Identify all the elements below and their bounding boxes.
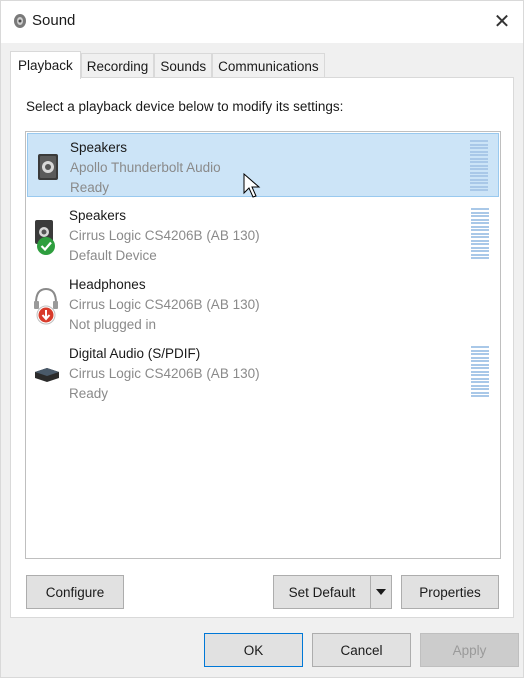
cancel-button[interactable]: Cancel: [312, 633, 411, 667]
device-status: Ready: [69, 386, 109, 401]
configure-button[interactable]: Configure: [26, 575, 124, 609]
chevron-down-icon: [376, 589, 386, 595]
set-default-button[interactable]: Set Default: [273, 575, 371, 609]
device-driver: Cirrus Logic CS4206B (AB 130): [69, 297, 260, 312]
device-name: Speakers: [70, 140, 128, 155]
volume-meter: [471, 346, 489, 400]
window-title: Sound: [32, 12, 76, 29]
device-status: Ready: [70, 180, 110, 195]
instruction-text: Select a playback device below to modify…: [26, 99, 344, 114]
set-default-dropdown[interactable]: [370, 575, 392, 609]
device-status: Default Device: [69, 248, 157, 263]
device-name: Digital Audio (S/PDIF): [69, 346, 201, 361]
close-button[interactable]: ✕: [487, 7, 517, 35]
ok-button[interactable]: OK: [204, 633, 303, 667]
close-icon: ✕: [493, 10, 511, 33]
device-item-headphones[interactable]: Headphones Cirrus Logic CS4206B (AB 130)…: [27, 271, 499, 335]
apply-button[interactable]: Apply: [420, 633, 519, 667]
device-name: Headphones: [69, 277, 146, 292]
device-status: Not plugged in: [69, 317, 157, 332]
speaker-icon: [14, 14, 26, 28]
playback-panel: Select a playback device below to modify…: [10, 77, 514, 618]
speaker-default-icon: [35, 220, 55, 255]
device-driver: Cirrus Logic CS4206B (AB 130): [69, 366, 260, 381]
tab-strip: Playback Recording Sounds Communications: [10, 51, 325, 79]
speaker-icon: [38, 154, 58, 180]
device-item-digital-audio[interactable]: Digital Audio (S/PDIF) Cirrus Logic CS42…: [27, 340, 499, 404]
digital-audio-icon: [35, 368, 59, 382]
volume-meter: [471, 208, 489, 262]
device-driver: Apollo Thunderbolt Audio: [70, 160, 221, 175]
tab-playback[interactable]: Playback: [10, 51, 81, 79]
properties-button[interactable]: Properties: [401, 575, 499, 609]
sound-dialog: Sound ✕ Playback Recording Sounds Commun…: [0, 0, 524, 678]
device-item-speakers-cirrus[interactable]: Speakers Cirrus Logic CS4206B (AB 130) D…: [27, 202, 499, 266]
tab-sounds[interactable]: Sounds: [154, 53, 213, 78]
device-list[interactable]: Speakers Apollo Thunderbolt Audio Ready: [25, 131, 501, 559]
device-item-speakers-apollo[interactable]: Speakers Apollo Thunderbolt Audio Ready: [27, 133, 499, 198]
tab-communications[interactable]: Communications: [212, 53, 325, 78]
mouse-cursor-icon: [243, 173, 261, 198]
tab-recording[interactable]: Recording: [80, 53, 155, 78]
headphones-unplugged-icon: [34, 287, 58, 325]
device-name: Speakers: [69, 208, 127, 223]
volume-meter: [470, 140, 488, 194]
device-driver: Cirrus Logic CS4206B (AB 130): [69, 228, 260, 243]
title-bar: Sound ✕: [1, 1, 523, 43]
